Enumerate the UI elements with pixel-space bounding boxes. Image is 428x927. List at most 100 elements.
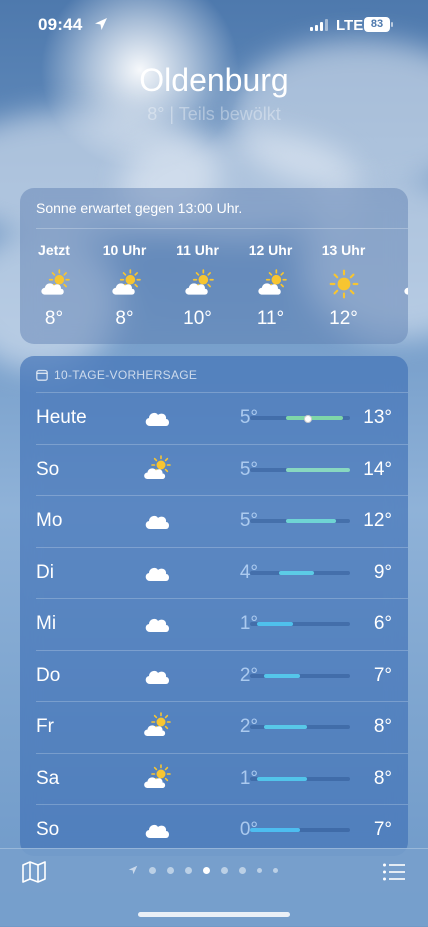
temp-range-fill — [257, 776, 308, 781]
forecast-row[interactable]: Mi 1° 6° — [36, 598, 408, 650]
location-arrow-icon — [95, 18, 107, 30]
hour-label: 12 Uhr — [248, 242, 293, 258]
cloud-icon — [140, 815, 172, 843]
cellular-signal-icon — [310, 19, 328, 31]
hour-temp: 11° — [256, 308, 285, 329]
network-type: LTE — [336, 17, 364, 34]
partly-cloudy-icon — [140, 712, 172, 740]
high-temp: 6° — [373, 613, 392, 634]
partly-cloudy-icon — [20, 264, 88, 304]
forecast-row[interactable]: Fr 2° 8° — [36, 701, 408, 753]
page-indicator[interactable] — [128, 865, 278, 875]
hour-temp: 12° — [329, 308, 358, 329]
forecast-row[interactable]: Heute 5° 13° — [36, 392, 408, 444]
day-label: Do — [36, 664, 61, 686]
day-label: Mo — [36, 510, 63, 531]
temp-range-fill — [250, 828, 300, 832]
forecast-header: 10-TAGE-VORHERSAGE — [36, 368, 197, 382]
partly-cloudy-icon — [380, 264, 408, 304]
hourly-item: 11 Uhr 10° — [161, 242, 234, 330]
temp-range-fill — [264, 673, 300, 678]
day-label: So — [36, 819, 60, 840]
temp-range-bar — [250, 828, 350, 832]
day-label: Fr — [36, 716, 54, 737]
day-label: Heute — [36, 407, 87, 428]
list-icon[interactable] — [382, 861, 406, 883]
hourly-summary: Sonne erwartet gegen 13:00 Uhr. — [36, 200, 243, 216]
calendar-icon — [36, 369, 48, 381]
hourly-item: 14 1 — [380, 242, 408, 330]
day-label: Mi — [36, 613, 57, 634]
high-temp: 9° — [373, 561, 392, 583]
temp-range-fill — [285, 519, 336, 523]
cloud-icon — [140, 609, 172, 637]
high-temp: 7° — [373, 664, 392, 686]
forecast-title: 10-TAGE-VORHERSAGE — [54, 368, 198, 382]
high-temp: 8° — [373, 716, 392, 737]
home-indicator — [138, 912, 290, 917]
temp-range-bar — [250, 622, 350, 626]
page-dot[interactable] — [185, 866, 192, 874]
forecast-row[interactable]: Mo 5° 12° — [36, 495, 408, 547]
hourly-item: 12 Uhr 11° — [234, 242, 307, 330]
high-temp: 13° — [363, 407, 392, 428]
hourly-forecast-card[interactable]: Sonne erwartet gegen 13:00 Uhr. Jetzt 8° 1… — [20, 188, 408, 344]
hour-temp: 1 — [380, 308, 408, 330]
cloud-icon — [140, 558, 172, 586]
forecast-row[interactable]: So 5° 14° — [36, 443, 408, 496]
map-icon[interactable] — [22, 861, 46, 883]
forecast-row[interactable]: Di 4° 9° — [36, 546, 408, 599]
hour-label: 11 Uhr — [176, 242, 219, 258]
hourly-item: 13 Uhr 12° — [307, 242, 380, 330]
partly-cloudy-icon — [140, 454, 172, 483]
day-label: So — [36, 458, 60, 480]
hour-temp: 8° — [115, 308, 134, 329]
partly-cloudy-icon — [88, 264, 161, 304]
page-dot[interactable] — [273, 867, 278, 873]
high-temp: 7° — [373, 819, 392, 840]
page-dot[interactable] — [149, 866, 156, 874]
forecast-row[interactable]: Do 2° 7° — [36, 649, 408, 702]
page-dot[interactable] — [239, 866, 246, 874]
page-dot[interactable] — [257, 867, 262, 873]
cloud-icon — [140, 506, 172, 534]
temp-range-fill — [278, 570, 315, 575]
partly-cloudy-icon — [161, 264, 234, 304]
partly-cloudy-icon — [140, 763, 172, 792]
day-label: Di — [36, 561, 54, 583]
city-name: Oldenburg — [139, 62, 289, 98]
status-time: 09:44 — [38, 15, 83, 34]
temp-range-fill — [264, 725, 308, 729]
hour-label: 10 Uhr — [102, 242, 147, 258]
current-conditions: 8° | Teils bewölkt — [147, 104, 281, 124]
cloud-icon — [140, 403, 172, 431]
battery-icon: 83 — [364, 17, 393, 32]
temp-range-fill — [257, 622, 293, 626]
hour-temp: 10° — [183, 308, 212, 329]
high-temp: 8° — [373, 767, 392, 789]
hour-temp: 8° — [44, 308, 64, 329]
temp-range-bar — [250, 776, 350, 781]
hour-label: 14 — [380, 242, 408, 262]
hourly-list[interactable]: Jetzt 8° 10 Uhr 8° 11 Uhr 10° 12 Uhr 11° 13 Uhr 1… — [20, 242, 408, 330]
forecast-row[interactable]: Sa 1° 8° — [36, 752, 408, 805]
hour-label: Jetzt — [38, 242, 70, 258]
temp-range-bar — [250, 519, 350, 523]
forecast-list: Heute 5° 13° So 5° 14° Mo 5° 12° Di 4° 9° Mi 1° 6° Do 2°… — [20, 392, 408, 856]
hourly-item: 10 Uhr 8° — [88, 242, 161, 330]
temp-range-fill — [285, 416, 343, 420]
page-dot[interactable] — [203, 866, 210, 874]
cloud-icon — [140, 661, 172, 689]
temp-range-fill — [285, 467, 350, 472]
bottom-toolbar — [0, 848, 428, 927]
temp-range-bar — [250, 673, 350, 678]
ten-day-forecast-card[interactable]: 10-TAGE-VORHERSAGE Heute 5° 13° So 5° 14° Mo 5°… — [20, 356, 408, 856]
temp-range-bar — [250, 467, 350, 472]
hourly-item: Jetzt 8° — [20, 242, 88, 330]
location-arrow-icon — [128, 865, 138, 875]
current-temp-marker — [304, 415, 313, 423]
high-temp: 14° — [363, 458, 392, 480]
temp-range-bar — [250, 725, 350, 729]
page-dot[interactable] — [221, 866, 228, 874]
page-dot[interactable] — [167, 866, 174, 874]
